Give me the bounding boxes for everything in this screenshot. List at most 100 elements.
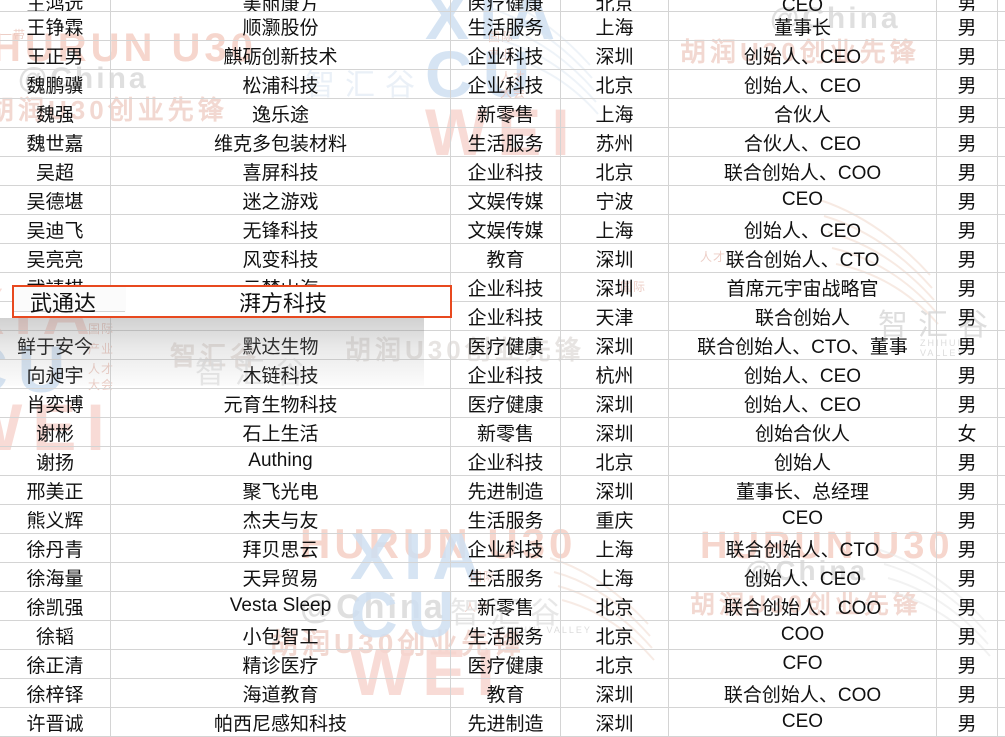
- table-cell-city[interactable]: 深圳: [561, 244, 669, 273]
- table-cell-company[interactable]: 石上生活: [111, 418, 451, 447]
- table-cell-industry[interactable]: 企业科技: [451, 302, 561, 331]
- table-cell-title[interactable]: 联合创始人、COO: [669, 157, 937, 186]
- table-cell-industry[interactable]: 医疗健康: [451, 389, 561, 418]
- table-cell-title[interactable]: 联合创始人: [669, 302, 937, 331]
- table-cell-industry[interactable]: 生活服务: [451, 563, 561, 592]
- table-row[interactable]: 鲜于安今默达生物医疗健康深圳联合创始人、CTO、董事男30: [0, 331, 1005, 360]
- table-row[interactable]: 王正男麒砺创新技术企业科技深圳创始人、CEO男29: [0, 41, 1005, 70]
- table-cell-age[interactable]: 28: [998, 650, 1005, 679]
- table-cell-age[interactable]: 30: [998, 331, 1005, 360]
- table-cell-gender[interactable]: 男: [937, 360, 998, 389]
- table-row[interactable]: 肖奕博元育生物科技医疗健康深圳创始人、CEO男30: [0, 389, 1005, 418]
- table-cell-city[interactable]: 上海: [561, 563, 669, 592]
- table-cell-industry[interactable]: 企业科技: [451, 157, 561, 186]
- table-row[interactable]: 魏世嘉维克多包装材料生活服务苏州合伙人、CEO男30: [0, 128, 1005, 157]
- table-cell-city[interactable]: 重庆: [561, 505, 669, 534]
- table-cell-age[interactable]: 29: [998, 99, 1005, 128]
- table-row[interactable]: 许晋诚帕西尼感知科技先进制造深圳CEO男30: [0, 708, 1005, 737]
- table-cell-city[interactable]: 北京: [561, 447, 669, 476]
- table-cell-name[interactable]: 王正男: [0, 41, 111, 70]
- table-cell-company[interactable]: 拜贝思云: [111, 534, 451, 563]
- table-cell-company[interactable]: 帕西尼感知科技: [111, 708, 451, 737]
- table-cell-gender[interactable]: 男: [937, 505, 998, 534]
- table-cell-industry[interactable]: 医疗健康: [451, 650, 561, 679]
- table-row[interactable]: 徐梓铎海道教育教育深圳联合创始人、COO男26: [0, 679, 1005, 708]
- table-cell-name[interactable]: 邢美正: [0, 476, 111, 505]
- table-cell-name[interactable]: 徐正清: [0, 650, 111, 679]
- table-row[interactable]: 魏强逸乐途新零售上海合伙人男29: [0, 99, 1005, 128]
- table-cell-title[interactable]: 创始人、CEO: [669, 70, 937, 99]
- table-row[interactable]: 徐丹青拜贝思云企业科技上海联合创始人、CTO男30: [0, 534, 1005, 563]
- table-cell-name[interactable]: 魏世嘉: [0, 128, 111, 157]
- table-cell-name[interactable]: 熊义辉: [0, 505, 111, 534]
- table-cell-age[interactable]: 30: [998, 563, 1005, 592]
- table-cell-company[interactable]: 无锋科技: [111, 215, 451, 244]
- table-cell-age[interactable]: 26: [998, 447, 1005, 476]
- table-cell-title[interactable]: CEO: [669, 708, 937, 737]
- table-cell-title[interactable]: 创始人: [669, 447, 937, 476]
- table-cell-city[interactable]: 北京: [561, 157, 669, 186]
- table-cell-gender[interactable]: 男: [937, 0, 998, 12]
- table-cell-gender[interactable]: 男: [937, 389, 998, 418]
- table-cell-title[interactable]: 创始人、CEO: [669, 360, 937, 389]
- table-row[interactable]: 熊义辉杰夫与友生活服务重庆CEO男30: [0, 505, 1005, 534]
- table-cell-age[interactable]: 30: [998, 505, 1005, 534]
- table-cell-name[interactable]: 王鸿远: [0, 0, 111, 12]
- table-cell-name[interactable]: 徐凯强: [0, 592, 111, 621]
- table-cell-age[interactable]: 30: [998, 70, 1005, 99]
- table-cell-gender[interactable]: 男: [937, 186, 998, 215]
- table-cell-title[interactable]: CEO: [669, 505, 937, 534]
- table-row[interactable]: 王铮霖顺灏股份生活服务上海董事长男27: [0, 12, 1005, 41]
- table-cell-title[interactable]: COO: [669, 621, 937, 650]
- table-cell-city[interactable]: 深圳: [561, 41, 669, 70]
- table-cell-company[interactable]: 默达生物: [111, 331, 451, 360]
- table-cell-gender[interactable]: 男: [937, 215, 998, 244]
- table-cell-gender[interactable]: 男: [937, 244, 998, 273]
- table-cell-industry[interactable]: 生活服务: [451, 128, 561, 157]
- table-cell-city[interactable]: 北京: [561, 592, 669, 621]
- table-cell-gender[interactable]: 男: [937, 302, 998, 331]
- table-cell-age[interactable]: 27: [998, 273, 1005, 302]
- table-cell-title[interactable]: 董事长: [669, 12, 937, 41]
- table-cell-company[interactable]: 逸乐途: [111, 99, 451, 128]
- table-cell-company[interactable]: 精诊医疗: [111, 650, 451, 679]
- table-cell-age[interactable]: 30: [998, 215, 1005, 244]
- table-cell-industry[interactable]: 先进制造: [451, 476, 561, 505]
- table-cell-gender[interactable]: 男: [937, 99, 998, 128]
- table-row[interactable]: 向昶宇木链科技企业科技杭州创始人、CEO男29: [0, 360, 1005, 389]
- table-row[interactable]: 吴亮亮风变科技教育深圳联合创始人、CTO男29: [0, 244, 1005, 273]
- table-cell-city[interactable]: 深圳: [561, 708, 669, 737]
- table-cell-company[interactable]: 天异贸易: [111, 563, 451, 592]
- table-cell-name[interactable]: 王铮霖: [0, 12, 111, 41]
- table-cell-age[interactable]: 26: [998, 679, 1005, 708]
- table-cell-industry[interactable]: 教育: [451, 679, 561, 708]
- table-cell-title[interactable]: CEO: [669, 186, 937, 215]
- table-cell-gender[interactable]: 男: [937, 12, 998, 41]
- table-cell-industry[interactable]: 生活服务: [451, 12, 561, 41]
- table-cell-title[interactable]: 联合创始人、CTO: [669, 534, 937, 563]
- table-cell-name[interactable]: 谢彬: [0, 418, 111, 447]
- table-cell-title[interactable]: 创始合伙人: [669, 418, 937, 447]
- table-cell-name[interactable]: 许晋诚: [0, 708, 111, 737]
- table-cell-age[interactable]: 30: [998, 534, 1005, 563]
- table-cell-age[interactable]: 30: [998, 128, 1005, 157]
- table-cell-city[interactable]: 北京: [561, 621, 669, 650]
- table-cell-company[interactable]: Vesta Sleep: [111, 592, 451, 621]
- table-cell-age[interactable]: 27: [998, 186, 1005, 215]
- table-cell-industry[interactable]: 生活服务: [451, 505, 561, 534]
- table-cell-industry[interactable]: 医疗健康: [451, 331, 561, 360]
- table-row[interactable]: 谢扬Authing企业科技北京创始人男26: [0, 447, 1005, 476]
- table-cell-age[interactable]: 27: [998, 12, 1005, 41]
- table-cell-name[interactable]: 向昶宇: [0, 360, 111, 389]
- table-cell-title[interactable]: 联合创始人、COO: [669, 679, 937, 708]
- table-cell-city[interactable]: 宁波: [561, 186, 669, 215]
- table-cell-company[interactable]: 麒砺创新技术: [111, 41, 451, 70]
- table-row[interactable]: 吴超喜屏科技企业科技北京联合创始人、COO男26: [0, 157, 1005, 186]
- table-cell-company[interactable]: 海道教育: [111, 679, 451, 708]
- table-cell-city[interactable]: 苏州: [561, 128, 669, 157]
- table-cell-city[interactable]: 北京: [561, 650, 669, 679]
- table-cell-name[interactable]: 魏鹏骥: [0, 70, 111, 99]
- table-cell-city[interactable]: 北京: [561, 0, 669, 12]
- table-cell-gender[interactable]: 男: [937, 592, 998, 621]
- table-cell-gender[interactable]: 男: [937, 476, 998, 505]
